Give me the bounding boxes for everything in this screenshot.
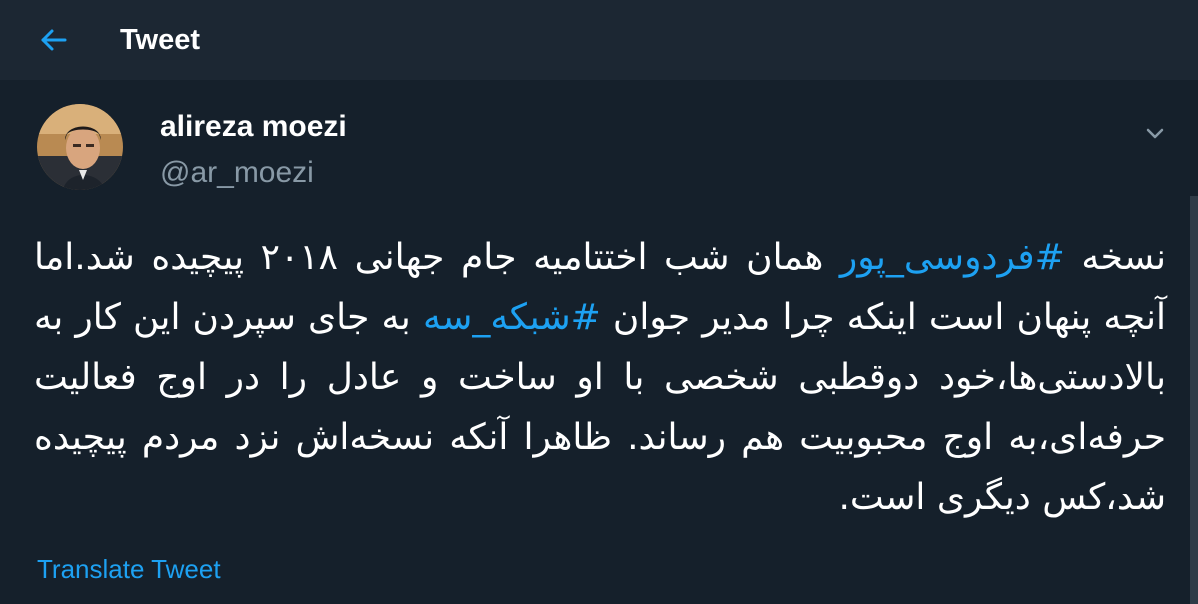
- avatar-photo: [37, 104, 123, 190]
- hashtag-link[interactable]: #فردوسی_پور: [840, 237, 1065, 278]
- hashtag-link[interactable]: #شبکه_سه: [423, 297, 601, 338]
- avatar[interactable]: [37, 104, 123, 190]
- arrow-left-icon: [41, 29, 67, 51]
- author-handle: @ar_moezi: [160, 156, 314, 189]
- translate-tweet-link[interactable]: Translate Tweet: [37, 552, 221, 586]
- scrollbar[interactable]: [1190, 196, 1198, 604]
- tweet-text: نسخه #فردوسی_پور همان شب اختتامیه جام جه…: [34, 228, 1166, 528]
- author-display-name[interactable]: alireza moezi: [160, 108, 347, 146]
- back-button[interactable]: [38, 24, 70, 56]
- top-bar: Tweet: [0, 0, 1198, 80]
- page-title: Tweet: [120, 24, 201, 56]
- tweet-text-segment: نسخه: [1064, 237, 1166, 278]
- tweet-menu-button[interactable]: [1140, 118, 1170, 148]
- chevron-down-icon: [1146, 128, 1164, 139]
